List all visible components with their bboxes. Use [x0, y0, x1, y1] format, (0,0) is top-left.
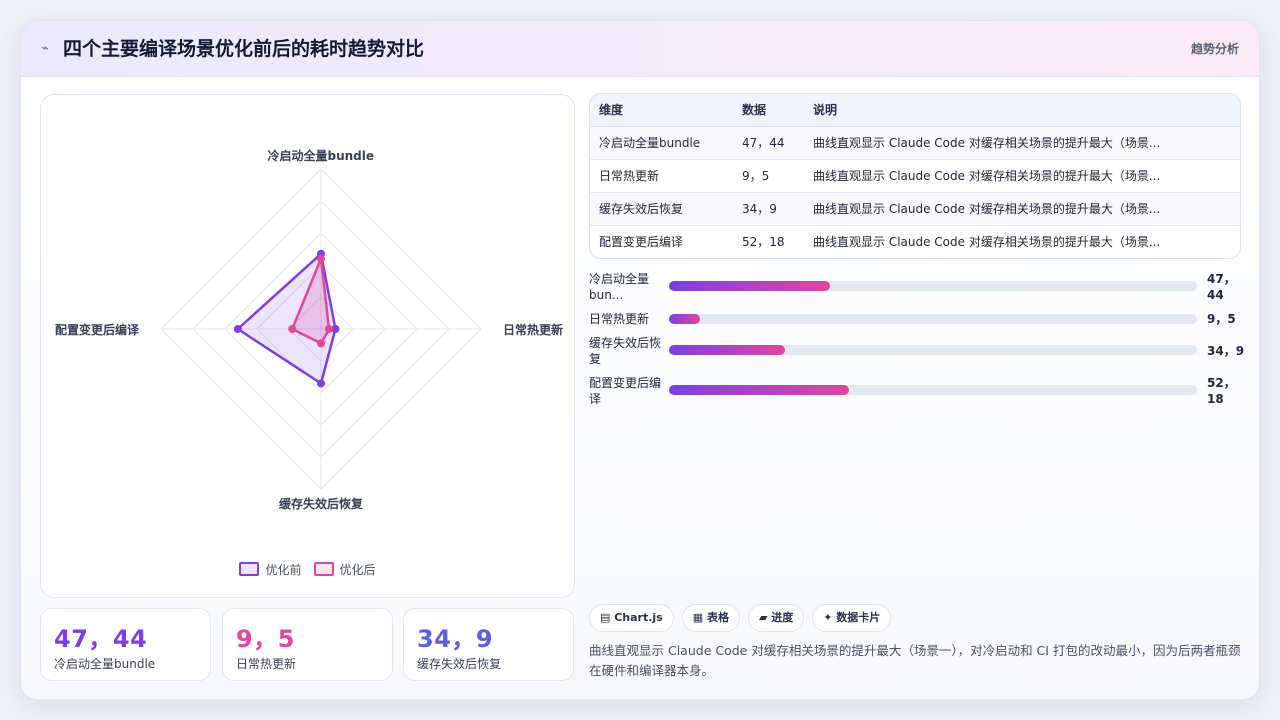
- legend-swatch-after: [313, 562, 334, 576]
- page-title: 四个主要编译场景优化前后的耗时趋势对比: [63, 38, 425, 60]
- axis-label-cold-start: 冷启动全量bundle: [267, 148, 375, 163]
- progress-fill: [669, 314, 700, 324]
- legend-item-before[interactable]: 优化前: [239, 560, 302, 578]
- tag-chips: ▤ Chart.js ▦ 表格 ▰ 进度 ✦ 数据卡片: [589, 604, 892, 632]
- legend-item-after[interactable]: 优化后: [313, 560, 376, 578]
- axis-label-config-change: 配置变更后编译: [55, 322, 140, 337]
- stat-value: 9，5: [236, 625, 295, 653]
- axis-label-hot-update: 日常热更新: [503, 322, 564, 337]
- progress-row-cold-start: 冷启动全量bun... 47，44: [589, 271, 1249, 303]
- axis-label-cache-recovery: 缓存失效后恢复: [279, 496, 364, 511]
- radar-point: [317, 254, 325, 263]
- legend-label-before: 优化前: [265, 562, 302, 577]
- header-dimension: 维度: [599, 103, 624, 117]
- stat-label: 缓存失效后恢复: [417, 657, 502, 671]
- chip-progress[interactable]: ▰ 进度: [747, 604, 805, 632]
- progress-value: 34，9: [1207, 344, 1245, 358]
- cell-description: 曲线直观显示 Claude Code 对缓存相关场景的提升最大（场景...: [813, 235, 1161, 249]
- cell-description: 曲线直观显示 Claude Code 对缓存相关场景的提升最大（场景...: [813, 136, 1161, 150]
- cell-dimension: 缓存失效后恢复: [599, 202, 684, 216]
- header-data: 数据: [742, 103, 767, 117]
- stat-value: 34，9: [417, 625, 494, 653]
- cell-dimension: 冷启动全量bundle: [599, 136, 701, 150]
- cell-data: 52，18: [742, 235, 785, 249]
- radar-point: [325, 325, 333, 333]
- progress-label: 缓存失效后恢复: [589, 336, 662, 366]
- table-row[interactable]: 日常热更新 9，5 曲线直观显示 Claude Code 对缓存相关场景的提升最…: [590, 160, 1240, 193]
- legend-swatch-before: [239, 562, 260, 576]
- header: ⌁ 四个主要编译场景优化前后的耗时趋势对比 趋势分析: [21, 21, 1259, 77]
- legend-label-after: 优化后: [339, 562, 376, 577]
- stat-card-cold-start: 47，44 冷启动全量bundle: [40, 608, 211, 681]
- wave-icon: ⌁: [41, 41, 49, 56]
- table-header: 维度 数据 说明: [590, 94, 1240, 127]
- progress-track: [669, 281, 1197, 291]
- cell-dimension: 日常热更新: [599, 169, 660, 183]
- cell-dimension: 配置变更后编译: [599, 235, 684, 249]
- progress-fill: [669, 281, 831, 291]
- progress-row-cache-recovery: 缓存失效后恢复 34，9: [589, 335, 1249, 367]
- progress-fill: [669, 385, 849, 395]
- progress-label: 冷启动全量bun...: [589, 272, 650, 302]
- progress-label: 配置变更后编译: [589, 376, 662, 406]
- radar-chart-panel: 冷启动全量bundle 日常热更新 缓存失效后恢复 配置变更后编译 优化前 优化…: [40, 94, 575, 598]
- progress-track: [669, 314, 1197, 324]
- table-row[interactable]: 缓存失效后恢复 34，9 曲线直观显示 Claude Code 对缓存相关场景的…: [590, 193, 1240, 226]
- stat-label: 冷启动全量bundle: [54, 657, 156, 671]
- chip-table[interactable]: ▦ 表格: [681, 604, 740, 632]
- radar-point: [317, 379, 325, 388]
- radar-point: [317, 339, 325, 348]
- main-card: ⌁ 四个主要编译场景优化前后的耗时趋势对比 趋势分析 冷启动全量bundle 日…: [20, 20, 1260, 700]
- trend-analysis-label[interactable]: 趋势分析: [1191, 39, 1239, 59]
- progress-label: 日常热更新: [589, 312, 650, 326]
- progress-row-config-change: 配置变更后编译 52，18: [589, 375, 1249, 407]
- cell-data: 34，9: [742, 202, 777, 216]
- radar-point: [288, 325, 297, 333]
- stat-label: 日常热更新: [236, 657, 297, 671]
- table-row[interactable]: 配置变更后编译 52，18 曲线直观显示 Claude Code 对缓存相关场景…: [590, 226, 1240, 258]
- progress-value: 52，18: [1207, 376, 1236, 406]
- progress-track: [669, 345, 1197, 355]
- summary-note: 曲线直观显示 Claude Code 对缓存相关场景的提升最大（场景一），对冷启…: [589, 643, 1241, 678]
- stat-card-cache-recovery: 34，9 缓存失效后恢复: [403, 608, 574, 681]
- chip-chartjs[interactable]: ▤ Chart.js: [589, 604, 674, 632]
- stat-value: 47，44: [54, 625, 148, 653]
- chip-data-card[interactable]: ✦ 数据卡片: [812, 604, 892, 632]
- progress-value: 9，5: [1207, 312, 1236, 326]
- progress-value: 47，44: [1207, 272, 1236, 302]
- radar-chart: [160, 168, 482, 490]
- progress-track: [669, 385, 1197, 395]
- cell-description: 曲线直观显示 Claude Code 对缓存相关场景的提升最大（场景...: [813, 169, 1161, 183]
- cell-description: 曲线直观显示 Claude Code 对缓存相关场景的提升最大（场景...: [813, 202, 1161, 216]
- progress-fill: [669, 345, 786, 355]
- data-table: 维度 数据 说明 冷启动全量bundle 47，44 曲线直观显示 Claude…: [589, 93, 1241, 259]
- table-row[interactable]: 冷启动全量bundle 47，44 曲线直观显示 Claude Code 对缓存…: [590, 127, 1240, 160]
- radar-point: [233, 325, 242, 333]
- cell-data: 9，5: [742, 169, 770, 183]
- cell-data: 47，44: [742, 136, 785, 150]
- stat-card-hot-update: 9，5 日常热更新: [222, 608, 393, 681]
- chart-legend: 优化前 优化后: [41, 560, 574, 578]
- header-description: 说明: [813, 103, 838, 117]
